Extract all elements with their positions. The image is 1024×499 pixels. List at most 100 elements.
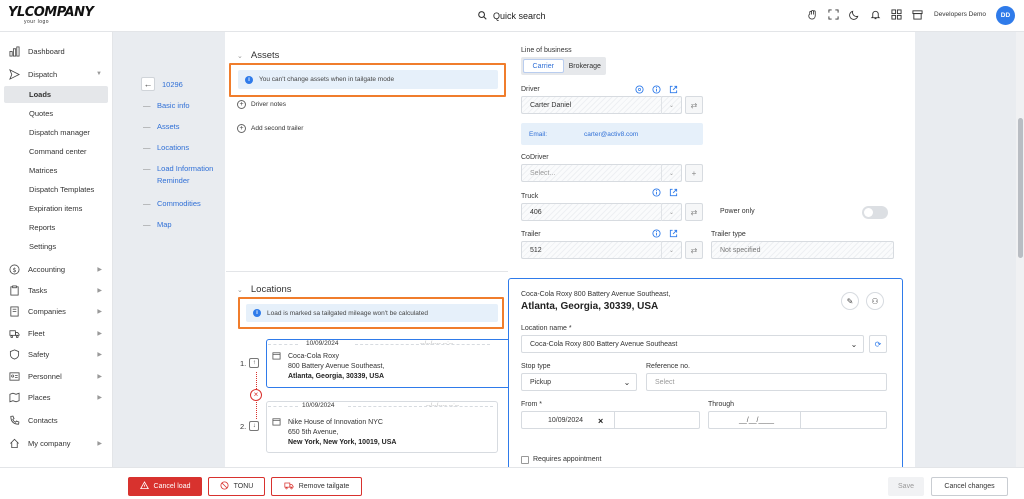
company-logo[interactable]: YLCOMPANY your logo bbox=[8, 6, 94, 28]
power-only-toggle[interactable] bbox=[862, 206, 888, 219]
sidebar-item-contacts[interactable]: Contacts bbox=[8, 412, 108, 428]
scrollbar-thumb[interactable] bbox=[1018, 118, 1023, 258]
tonu-label: TONU bbox=[233, 483, 254, 490]
hand-icon[interactable] bbox=[806, 8, 819, 21]
sidebar-item-places[interactable]: Places ▶ bbox=[8, 389, 108, 405]
moon-icon[interactable] bbox=[848, 8, 861, 21]
trailer-select[interactable]: 512 bbox=[521, 241, 682, 259]
power-only-label: Power only bbox=[720, 208, 755, 215]
section-link-load-information[interactable]: — Load Information Reminder bbox=[143, 164, 213, 185]
reference-select[interactable]: Select bbox=[646, 373, 887, 391]
stop-index: 1. bbox=[240, 358, 247, 368]
sidebar-item-companies[interactable]: Companies ▶ bbox=[8, 303, 108, 319]
trailer-type-label: Trailer type bbox=[711, 231, 746, 238]
sidebar-item-my-company[interactable]: My company ▶ bbox=[8, 435, 108, 451]
external-link-icon[interactable] bbox=[669, 229, 678, 238]
through-date-input[interactable]: __/__/____ bbox=[708, 411, 887, 429]
sidebar-item-fleet[interactable]: Fleet ▶ bbox=[8, 325, 108, 341]
add-codriver-button[interactable]: + bbox=[685, 164, 703, 182]
avatar[interactable]: DD bbox=[996, 6, 1015, 25]
sidebar-sub-quotes[interactable]: Quotes bbox=[4, 105, 108, 122]
swap-truck-button[interactable]: ⇄ bbox=[685, 203, 703, 221]
locations-section-title[interactable]: ⌄ Locations bbox=[237, 284, 292, 295]
sidebar-item-tasks[interactable]: Tasks ▶ bbox=[8, 282, 108, 298]
external-link-icon[interactable] bbox=[669, 188, 678, 197]
section-link-locations[interactable]: — Locations bbox=[143, 143, 189, 152]
edit-location-button[interactable]: ✎ bbox=[841, 292, 859, 310]
sidebar-item-dashboard[interactable]: Dashboard bbox=[8, 43, 108, 59]
user-name[interactable]: Developers Demo bbox=[934, 11, 986, 18]
codriver-select[interactable]: Select... bbox=[521, 164, 682, 182]
section-link-commodities[interactable]: — Commodities bbox=[143, 199, 201, 208]
info-icon[interactable] bbox=[652, 85, 661, 94]
section-link-map[interactable]: — Map bbox=[143, 220, 172, 229]
refresh-location-button[interactable]: ⟳ bbox=[869, 335, 887, 353]
reference-label: Reference no. bbox=[646, 363, 690, 370]
sidebar-sub-loads[interactable]: Loads bbox=[4, 86, 108, 103]
cancel-load-label: Cancel load bbox=[153, 483, 191, 490]
back-button[interactable]: ← bbox=[141, 77, 155, 91]
section-link-label: Map bbox=[157, 220, 172, 229]
steering-wheel-icon[interactable] bbox=[635, 85, 644, 94]
tonu-button[interactable]: TONU bbox=[208, 477, 265, 496]
sidebar-sub-reports[interactable]: Reports bbox=[4, 219, 108, 236]
calendar-icon bbox=[272, 417, 281, 428]
arrow-down-icon[interactable]: ↓ bbox=[249, 421, 260, 431]
requires-appointment-checkbox[interactable] bbox=[521, 456, 529, 464]
sidebar-label: Safety bbox=[28, 349, 50, 359]
clear-date-icon[interactable]: × bbox=[598, 416, 603, 426]
remove-tailgate-button[interactable]: Remove tailgate bbox=[271, 477, 362, 496]
driver-notes-link[interactable]: + Driver notes bbox=[237, 100, 286, 109]
stop-divider bbox=[348, 406, 493, 407]
driver-select[interactable]: Carter Daniel bbox=[521, 96, 682, 114]
assets-section-title[interactable]: ⌄ Assets bbox=[237, 50, 279, 61]
sidebar-sub-matrices[interactable]: Matrices bbox=[4, 162, 108, 179]
info-icon[interactable] bbox=[652, 188, 661, 197]
sidebar-sub-dispatch-manager[interactable]: Dispatch manager bbox=[4, 124, 108, 141]
sidebar-sub-dispatch-templates[interactable]: Dispatch Templates bbox=[4, 181, 108, 198]
sidebar-item-accounting[interactable]: $ Accounting ▶ bbox=[8, 261, 108, 277]
add-second-trailer-link[interactable]: + Add second trailer bbox=[237, 124, 303, 133]
sidebar-sub-expiration-items[interactable]: Expiration items bbox=[4, 200, 108, 217]
svg-text:$: $ bbox=[12, 265, 16, 273]
arrow-up-icon[interactable]: ↑ bbox=[249, 358, 260, 368]
location-name-select[interactable]: Coca-Cola Roxy 800 Battery Avenue Southe… bbox=[521, 335, 864, 353]
sidebar-sub-command-center[interactable]: Command center bbox=[4, 143, 108, 160]
swap-trailer-button[interactable]: ⇄ bbox=[685, 241, 703, 259]
cancel-load-button[interactable]: Cancel load bbox=[128, 477, 202, 496]
lob-carrier-option[interactable]: Carrier bbox=[523, 59, 564, 73]
chevron-down-icon: ⌄ bbox=[850, 339, 858, 349]
section-link-assets[interactable]: — Assets bbox=[143, 122, 180, 131]
apps-grid-icon[interactable] bbox=[890, 8, 903, 21]
section-divider bbox=[226, 271, 508, 272]
driver-email-box: Email: carter@activ8.com bbox=[521, 123, 703, 145]
email-value[interactable]: carter@activ8.com bbox=[584, 131, 638, 138]
id-card-icon bbox=[8, 370, 20, 382]
sidebar-item-personnel[interactable]: Personnel ▶ bbox=[8, 368, 108, 384]
contacts-button[interactable]: ⚇ bbox=[866, 292, 884, 310]
sidebar-label: Places bbox=[28, 392, 51, 402]
people-icon: ⚇ bbox=[871, 296, 879, 306]
section-link-basic-info[interactable]: — Basic info bbox=[143, 101, 190, 110]
fullscreen-icon[interactable] bbox=[827, 8, 840, 21]
sidebar-item-dispatch[interactable]: Dispatch ▼ bbox=[8, 66, 108, 82]
from-date-input[interactable]: 10/09/2024 bbox=[521, 411, 700, 429]
route-connector bbox=[256, 402, 257, 419]
bell-icon[interactable] bbox=[869, 8, 882, 21]
chart-icon bbox=[8, 45, 20, 57]
truck-select[interactable]: 406 bbox=[521, 203, 682, 221]
sidebar-sub-settings[interactable]: Settings bbox=[4, 238, 108, 255]
quick-search[interactable]: Quick search bbox=[478, 9, 546, 23]
lob-brokerage-option[interactable]: Brokerage bbox=[566, 59, 605, 73]
cancel-changes-button[interactable]: Cancel changes bbox=[931, 477, 1008, 496]
info-icon[interactable] bbox=[652, 229, 661, 238]
sidebar-item-safety[interactable]: Safety ▶ bbox=[8, 346, 108, 362]
stop-street: 650 5th Avenue, bbox=[288, 429, 339, 436]
from-label: From * bbox=[521, 401, 542, 408]
archive-icon[interactable] bbox=[911, 8, 924, 21]
field-divider bbox=[800, 412, 801, 428]
pencil-icon: ✎ bbox=[846, 296, 854, 306]
save-button[interactable]: Save bbox=[888, 477, 924, 496]
swap-driver-button[interactable]: ⇄ bbox=[685, 96, 703, 114]
external-link-icon[interactable] bbox=[669, 85, 678, 94]
